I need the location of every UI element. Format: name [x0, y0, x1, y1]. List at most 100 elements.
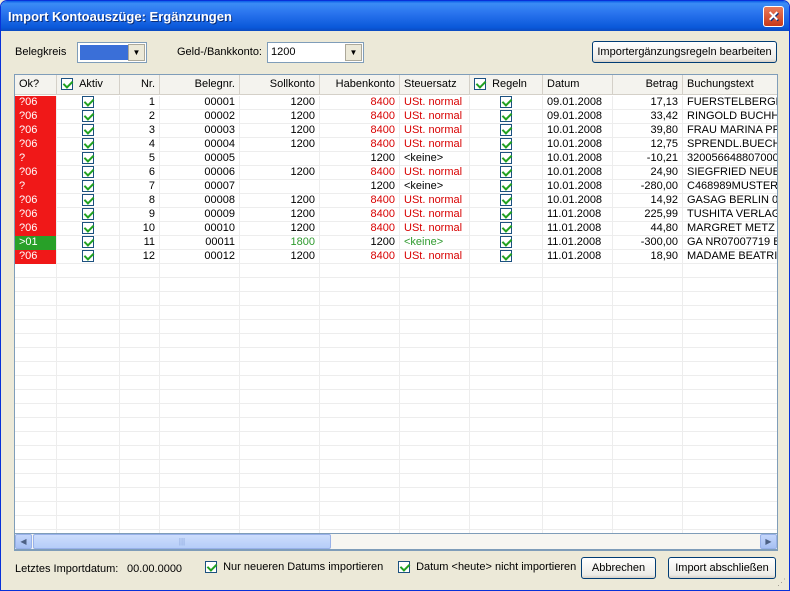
cell-aktiv[interactable]: [57, 208, 120, 222]
edit-import-rules-button[interactable]: Importergänzungsregeln bearbeiten: [592, 41, 777, 63]
cell-datum[interactable]: 11.01.2008: [543, 236, 613, 250]
cell-text[interactable]: MADAME BEATRI: [683, 250, 777, 264]
cell-haben[interactable]: 1200: [320, 152, 400, 166]
cell-datum[interactable]: 10.01.2008: [543, 124, 613, 138]
cell-steuer[interactable]: <keine>: [400, 236, 470, 250]
cell-aktiv[interactable]: [57, 222, 120, 236]
cell-datum[interactable]: 10.01.2008: [543, 180, 613, 194]
cell-betrag[interactable]: 24,90: [613, 166, 683, 180]
cell-ok[interactable]: ?06: [15, 250, 57, 264]
regeln-checkbox[interactable]: [500, 194, 512, 207]
cell-betrag[interactable]: 18,90: [613, 250, 683, 264]
cell-belegnr[interactable]: 00002: [160, 110, 240, 124]
cell-soll[interactable]: 1200: [240, 194, 320, 208]
cell-datum[interactable]: 09.01.2008: [543, 96, 613, 110]
cell-soll[interactable]: 1800: [240, 236, 320, 250]
newer-only-option[interactable]: Nur neueren Datums importieren: [205, 561, 383, 574]
scroll-left-icon[interactable]: ◀: [15, 534, 32, 549]
table-row[interactable]: ?06 4 00004 1200 8400 USt. normal 10.01.2008 12…: [15, 138, 777, 152]
cell-belegnr[interactable]: 00010: [160, 222, 240, 236]
aktiv-checkbox[interactable]: [82, 250, 94, 263]
cell-nr[interactable]: 4: [120, 138, 160, 152]
cell-regeln[interactable]: [470, 194, 543, 208]
cell-regeln[interactable]: [470, 180, 543, 194]
horizontal-scrollbar[interactable]: ◀ ||| ▶: [14, 533, 778, 550]
select-all-regeln-checkbox[interactable]: [474, 78, 486, 91]
belegkreis-select[interactable]: ▼: [77, 42, 147, 63]
cell-ok[interactable]: ?06: [15, 124, 57, 138]
cell-text[interactable]: SIEGFRIED NEUB: [683, 166, 777, 180]
cell-regeln[interactable]: [470, 152, 543, 166]
cell-betrag[interactable]: -10,21: [613, 152, 683, 166]
cell-datum[interactable]: 11.01.2008: [543, 208, 613, 222]
cell-ok[interactable]: ?06: [15, 194, 57, 208]
cell-haben[interactable]: 8400: [320, 96, 400, 110]
col-header-nr[interactable]: Nr.: [120, 75, 160, 95]
cell-belegnr[interactable]: 00001: [160, 96, 240, 110]
cell-soll[interactable]: 1200: [240, 208, 320, 222]
col-header-regeln[interactable]: Regeln: [470, 75, 543, 95]
cell-steuer[interactable]: USt. normal: [400, 194, 470, 208]
cell-belegnr[interactable]: 00008: [160, 194, 240, 208]
cell-soll[interactable]: 1200: [240, 222, 320, 236]
cell-aktiv[interactable]: [57, 124, 120, 138]
col-header-aktiv[interactable]: Aktiv: [57, 75, 120, 95]
col-header-ok[interactable]: Ok?: [15, 75, 57, 95]
cell-nr[interactable]: 2: [120, 110, 160, 124]
cell-datum[interactable]: 10.01.2008: [543, 194, 613, 208]
cell-datum[interactable]: 09.01.2008: [543, 110, 613, 124]
cell-steuer[interactable]: <keine>: [400, 152, 470, 166]
cell-regeln[interactable]: [470, 208, 543, 222]
table-row[interactable]: ?06 6 00006 1200 8400 USt. normal 10.01.2008 24…: [15, 166, 777, 180]
cell-soll[interactable]: [240, 152, 320, 166]
cell-aktiv[interactable]: [57, 250, 120, 264]
chevron-down-icon[interactable]: ▼: [345, 44, 362, 61]
cell-ok[interactable]: >01: [15, 236, 57, 250]
cell-regeln[interactable]: [470, 110, 543, 124]
cell-ok[interactable]: ?06: [15, 96, 57, 110]
regeln-checkbox[interactable]: [500, 152, 512, 165]
aktiv-checkbox[interactable]: [82, 236, 94, 249]
cell-haben[interactable]: 8400: [320, 250, 400, 264]
cell-datum[interactable]: 10.01.2008: [543, 166, 613, 180]
cell-steuer[interactable]: USt. normal: [400, 208, 470, 222]
cell-belegnr[interactable]: 00006: [160, 166, 240, 180]
col-header-datum[interactable]: Datum: [543, 75, 613, 95]
chevron-down-icon[interactable]: ▼: [128, 44, 145, 61]
select-all-aktiv-checkbox[interactable]: [61, 78, 73, 91]
cell-haben[interactable]: 8400: [320, 222, 400, 236]
table-row[interactable]: ?06 9 00009 1200 8400 USt. normal 11.01.2008 22…: [15, 208, 777, 222]
cell-betrag[interactable]: 39,80: [613, 124, 683, 138]
cell-betrag[interactable]: 14,92: [613, 194, 683, 208]
cell-regeln[interactable]: [470, 222, 543, 236]
cell-text[interactable]: 320056648807000: [683, 152, 777, 166]
cell-soll[interactable]: 1200: [240, 166, 320, 180]
cell-aktiv[interactable]: [57, 180, 120, 194]
table-row[interactable]: ? 5 00005 1200 <keine> 10.01.2008 -10,21 320056…: [15, 152, 777, 166]
regeln-checkbox[interactable]: [500, 180, 512, 193]
aktiv-checkbox[interactable]: [82, 110, 94, 123]
regeln-checkbox[interactable]: [500, 124, 512, 137]
cell-text[interactable]: TUSHITA VERLAG: [683, 208, 777, 222]
cell-soll[interactable]: 1200: [240, 124, 320, 138]
scroll-right-icon[interactable]: ▶: [760, 534, 777, 549]
cell-text[interactable]: GASAG BERLIN 0(: [683, 194, 777, 208]
aktiv-checkbox[interactable]: [82, 138, 94, 151]
aktiv-checkbox[interactable]: [82, 180, 94, 193]
table-row[interactable]: ? 7 00007 1200 <keine> 10.01.2008 -280,00 C4689…: [15, 180, 777, 194]
cell-nr[interactable]: 6: [120, 166, 160, 180]
cell-aktiv[interactable]: [57, 138, 120, 152]
cell-soll[interactable]: [240, 180, 320, 194]
cell-haben[interactable]: 1200: [320, 180, 400, 194]
cell-haben[interactable]: 8400: [320, 124, 400, 138]
cell-regeln[interactable]: [470, 236, 543, 250]
cell-aktiv[interactable]: [57, 194, 120, 208]
cell-belegnr[interactable]: 00009: [160, 208, 240, 222]
cell-ok[interactable]: ?06: [15, 110, 57, 124]
cancel-button[interactable]: Abbrechen: [581, 557, 656, 579]
skip-today-checkbox[interactable]: [398, 561, 410, 574]
regeln-checkbox[interactable]: [500, 250, 512, 263]
cell-nr[interactable]: 5: [120, 152, 160, 166]
cell-ok[interactable]: ?06: [15, 222, 57, 236]
cell-betrag[interactable]: 12,75: [613, 138, 683, 152]
